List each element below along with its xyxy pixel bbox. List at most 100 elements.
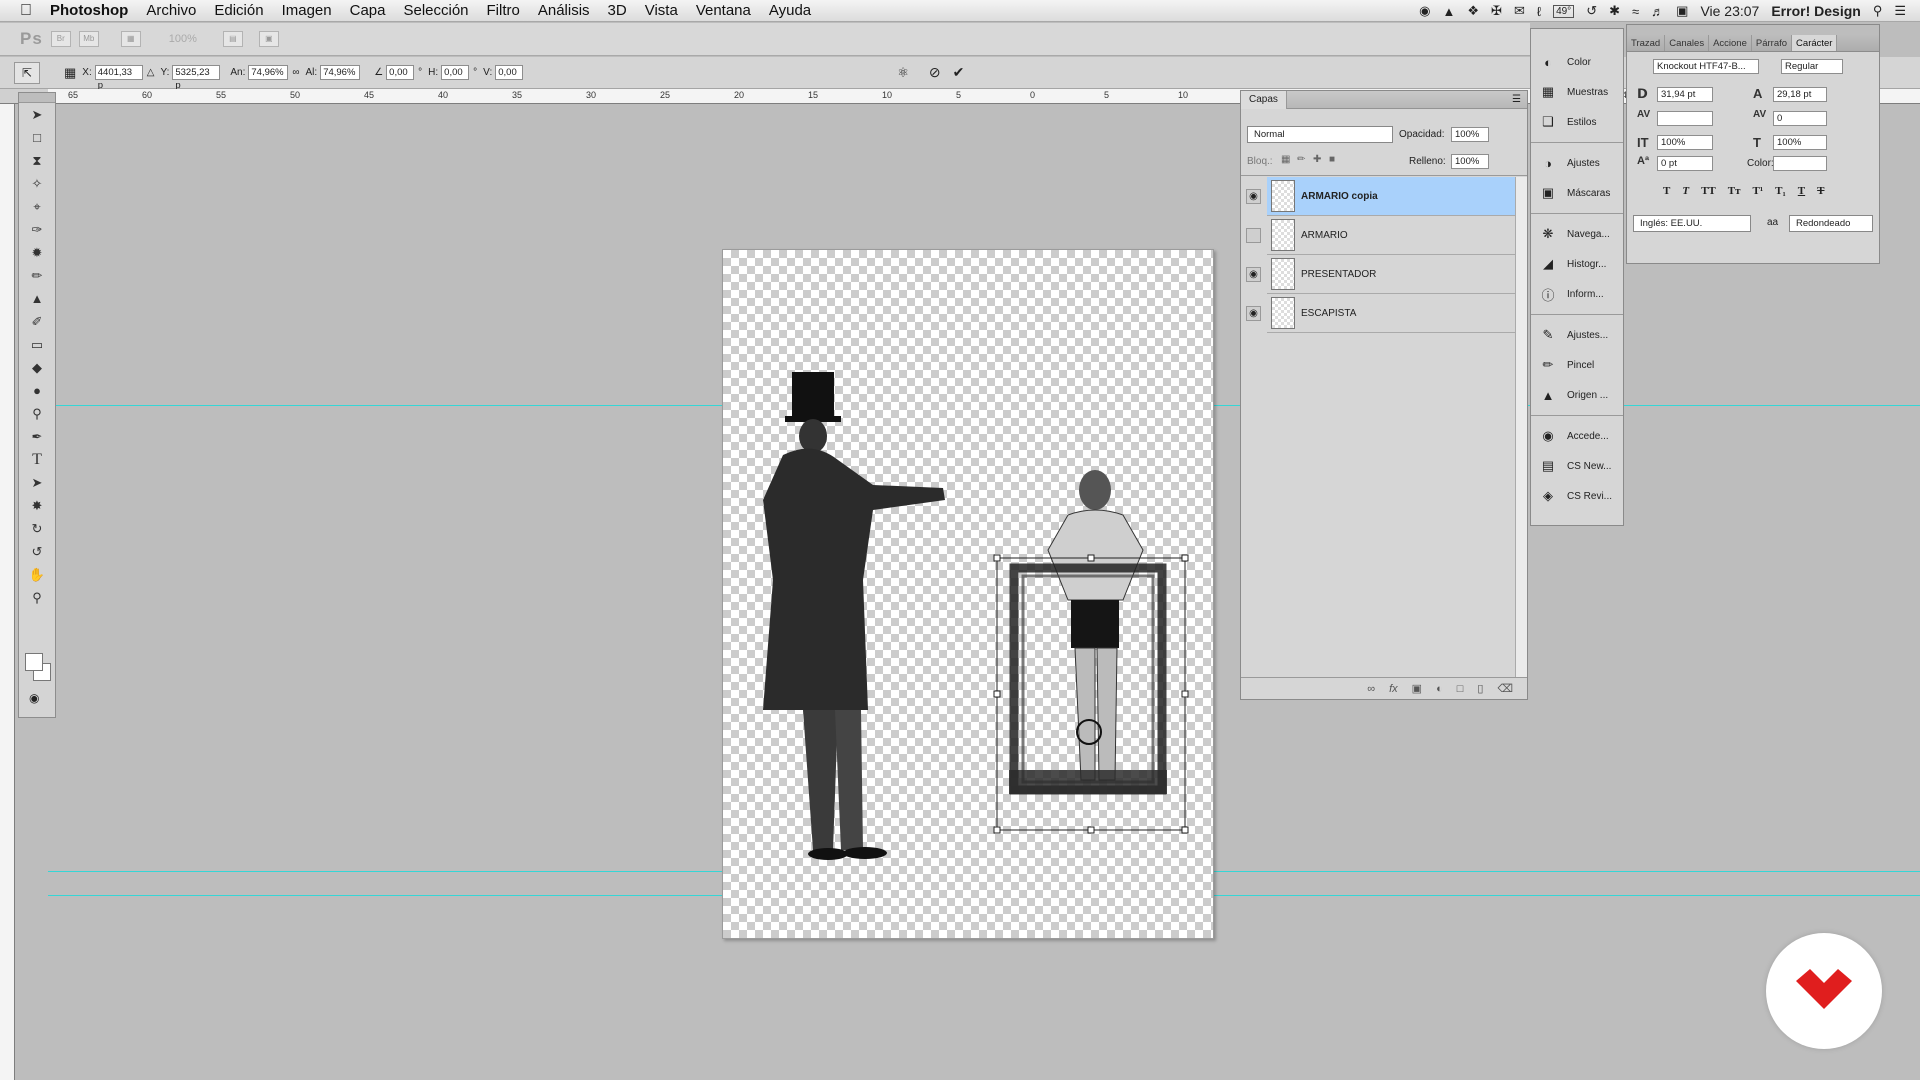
pen-tool-icon[interactable]: ✒ xyxy=(19,425,55,448)
subscript-button[interactable]: T₁ xyxy=(1775,185,1786,197)
temperature-badge[interactable]: 49° xyxy=(1553,4,1575,18)
reference-point-icon[interactable]: ▦ xyxy=(64,65,76,81)
hand-tool-icon[interactable]: ✋ xyxy=(19,563,55,586)
view-extras-icon[interactable]: ▦ xyxy=(120,31,141,47)
launch-bridge-button[interactable]: Br xyxy=(50,31,71,47)
layer-row[interactable]: PRESENTADOR xyxy=(1267,255,1515,294)
timemachine-icon[interactable]: ↺ xyxy=(1586,3,1597,19)
hskew-field[interactable]: 0,00 xyxy=(441,65,470,80)
text-color-swatch[interactable] xyxy=(1773,156,1827,171)
layer-visibility-eye-icon[interactable]: ◉ xyxy=(1246,267,1261,282)
tracking-field[interactable]: 0 xyxy=(1773,111,1827,126)
menu-archivo[interactable]: Archivo xyxy=(146,2,196,19)
menu-capa[interactable]: Capa xyxy=(350,2,386,19)
path-selection-tool-icon[interactable]: ➤ xyxy=(19,471,55,494)
quick-mask-icon[interactable]: ◉ xyxy=(29,691,39,705)
horizontal-scale-field[interactable]: 100% xyxy=(1773,135,1827,150)
shape-tool-icon[interactable]: ✸ xyxy=(19,494,55,517)
font-style-select[interactable]: Regular xyxy=(1781,59,1843,74)
mail-icon[interactable]: ✉ xyxy=(1514,3,1525,19)
spotlight-icon[interactable]: ⚲ xyxy=(1873,3,1883,19)
adobe-icon[interactable]: ℓ xyxy=(1537,4,1541,19)
transform-tool-icon[interactable]: ⇱ xyxy=(14,61,40,84)
kerning-field[interactable] xyxy=(1657,111,1713,126)
menu-ventana[interactable]: Ventana xyxy=(696,2,751,19)
underline-button[interactable]: T xyxy=(1798,185,1805,197)
layer-visibility-eye-icon[interactable]: ◉ xyxy=(1246,306,1261,321)
x-field[interactable]: 4401,33 p xyxy=(94,65,143,91)
foreground-color-swatch[interactable] xyxy=(25,653,43,671)
menu-ayuda[interactable]: Ayuda xyxy=(769,2,811,19)
move-tool-icon[interactable]: ➤ xyxy=(19,103,55,126)
vertical-ruler[interactable] xyxy=(0,104,15,1080)
tab-channels[interactable]: Canales xyxy=(1665,35,1710,51)
panel-menu-icon[interactable]: ☰ xyxy=(1512,94,1521,105)
cancel-transform-icon[interactable]: ⊘ xyxy=(929,64,941,81)
add-mask-icon[interactable]: ▣ xyxy=(1412,682,1422,695)
user-name[interactable]: Error! Design xyxy=(1771,3,1860,19)
strikethrough-button[interactable]: T xyxy=(1817,185,1824,197)
lock-pixels-icon[interactable]: ✏ xyxy=(1297,154,1305,165)
leading-field[interactable]: 29,18 pt xyxy=(1773,87,1827,102)
warp-mode-icon[interactable]: ⚛ xyxy=(897,65,909,81)
character-panel-grip[interactable] xyxy=(1627,25,1879,35)
flag-icon[interactable]: ▣ xyxy=(1676,3,1688,19)
angle-field[interactable]: 0,00 xyxy=(386,65,415,80)
menu-filtro[interactable]: Filtro xyxy=(487,2,520,19)
lock-all-icon[interactable]: ■ xyxy=(1329,154,1335,165)
dock-item[interactable]: ✏ Pincel xyxy=(1531,350,1623,380)
menu-analisis[interactable]: Análisis xyxy=(538,2,590,19)
crop-tool-icon[interactable]: ⌖ xyxy=(19,195,55,218)
3d-orbit-tool-icon[interactable]: ↺ xyxy=(19,540,55,563)
clock[interactable]: Vie 23:07 xyxy=(1700,3,1759,19)
evernote-icon[interactable]: ✠ xyxy=(1491,3,1502,19)
adjustment-layer-icon[interactable]: ◐ xyxy=(1436,683,1443,695)
new-layer-icon[interactable]: ▯ xyxy=(1477,682,1483,695)
font-family-select[interactable]: Knockout HTF47-B... xyxy=(1653,59,1759,74)
record-icon[interactable]: ◉ xyxy=(1419,3,1430,19)
blur-tool-icon[interactable]: ● xyxy=(19,379,55,402)
stamp-tool-icon[interactable]: ▲ xyxy=(19,287,55,310)
trash-icon[interactable]: ⌫ xyxy=(1497,682,1513,695)
dock-item[interactable]: ▣ Máscaras xyxy=(1531,178,1623,208)
vertical-scale-field[interactable]: 100% xyxy=(1657,135,1713,150)
dock-item[interactable]: ◉ Accede... xyxy=(1531,421,1623,451)
dropbox-icon[interactable]: ❖ xyxy=(1467,3,1479,19)
tab-paragraph[interactable]: Párrafo xyxy=(1752,35,1793,51)
marquee-tool-icon[interactable]: □ xyxy=(19,126,55,149)
dock-item[interactable]: ❑ Estilos xyxy=(1531,107,1623,137)
dock-item[interactable]: ❋ Navega... xyxy=(1531,219,1623,249)
layer-row[interactable]: ESCAPISTA xyxy=(1267,294,1515,333)
screen-mode-icon[interactable]: ▣ xyxy=(258,31,279,47)
tab-actions[interactable]: Accione xyxy=(1709,35,1752,51)
vskew-field[interactable]: 0,00 xyxy=(495,65,524,80)
wifi-icon[interactable]: ≈ xyxy=(1632,4,1639,19)
dodge-tool-icon[interactable]: ⚲ xyxy=(19,402,55,425)
superscript-button[interactable]: T¹ xyxy=(1753,185,1764,197)
eraser-tool-icon[interactable]: ▭ xyxy=(19,333,55,356)
all-caps-button[interactable]: TT xyxy=(1701,185,1716,197)
apple-icon[interactable]:  xyxy=(20,2,32,20)
tab-character[interactable]: Carácter xyxy=(1792,35,1838,51)
dock-item[interactable]: ⓘ Inform... xyxy=(1531,279,1623,309)
bucket-tool-icon[interactable]: ◆ xyxy=(19,356,55,379)
y-field[interactable]: 5325,23 p xyxy=(172,65,221,91)
menu-imagen[interactable]: Imagen xyxy=(282,2,332,19)
dock-item[interactable]: ✎ Ajustes... xyxy=(1531,320,1623,350)
eyedropper-tool-icon[interactable]: ✑ xyxy=(19,218,55,241)
dock-item[interactable]: ◐ Color xyxy=(1531,47,1623,77)
dock-item[interactable]: ▦ Muestras xyxy=(1531,77,1623,107)
language-select[interactable]: Inglés: EE.UU. xyxy=(1633,215,1751,232)
delta-icon[interactable]: △ xyxy=(147,67,155,78)
volume-icon[interactable]: ♬ xyxy=(1651,4,1664,19)
history-brush-tool-icon[interactable]: ✐ xyxy=(19,310,55,333)
notifications-icon[interactable]: ☰ xyxy=(1894,3,1906,19)
arrange-documents-icon[interactable]: ▤ xyxy=(222,31,243,47)
dock-item[interactable]: ◢ Histogr... xyxy=(1531,249,1623,279)
type-tool-icon[interactable]: T xyxy=(19,448,55,471)
menu-app-name[interactable]: Photoshop xyxy=(50,2,128,19)
lock-transparency-icon[interactable]: ▦ xyxy=(1281,154,1290,165)
faux-italic-button[interactable]: T xyxy=(1682,185,1689,197)
menu-seleccion[interactable]: Selección xyxy=(403,2,468,19)
layer-row[interactable]: ARMARIO xyxy=(1267,216,1515,255)
